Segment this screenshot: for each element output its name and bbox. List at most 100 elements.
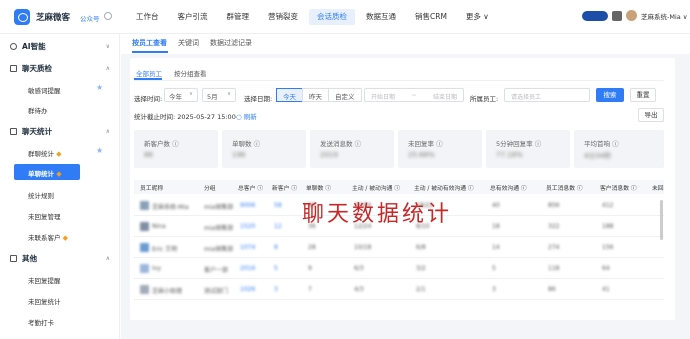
tab-keywords[interactable]: 关键词 [178, 38, 199, 48]
table-cell: 6/8 [416, 244, 426, 251]
employee-select[interactable]: 请选择员工 [504, 88, 590, 102]
official-account-link[interactable]: 公众号 [80, 13, 100, 23]
table-cell: 3/2 [416, 265, 426, 272]
chevron-down-icon: ∨ [188, 91, 193, 97]
col-private-chats[interactable]: 单聊数 ⓘ [306, 183, 331, 192]
sidebar-item-no-reply-reminder[interactable]: 未回复提醒 [28, 275, 61, 285]
sidebar-item-no-reply-stats[interactable]: 未回复统计 [28, 296, 61, 306]
search-button[interactable]: 搜索 [596, 88, 624, 102]
nav-session-qc[interactable]: 会话质检 [309, 9, 355, 25]
avatar [140, 243, 149, 252]
table-cell[interactable]: 8 [274, 244, 278, 251]
table-cell: 9 [308, 265, 312, 272]
table-cell[interactable]: 3 [274, 286, 278, 293]
table-cell: 41 [602, 286, 610, 293]
col-customer-messages[interactable]: 客户消息数 ⓘ [600, 183, 637, 192]
export-button[interactable]: 导出 [638, 108, 664, 122]
table-cell[interactable]: 58 [274, 202, 282, 209]
table-scrollbar[interactable] [660, 200, 663, 240]
metric-5min-reply-rate: 5分钟回复率 ⓘ 77.18% [486, 130, 570, 168]
brand-name: 芝麻微客 [36, 13, 71, 23]
metric-avg-first-response: 平均首响 ⓘ 4分34秒 [574, 130, 664, 168]
table-cell: 7 [308, 286, 312, 293]
table-cell: 芝麻小助理 [152, 288, 183, 295]
table-cell[interactable]: 5 [274, 265, 278, 272]
hot-badge-icon: ◆ [56, 150, 62, 158]
col-employee-messages[interactable]: 员工消息数 ⓘ [546, 183, 583, 192]
sidebar-item-label: 单聊统计 [28, 170, 54, 178]
chevron-up-icon: ∧ [105, 128, 110, 135]
sidebar-group-other[interactable]: 其他 ∧ [10, 253, 110, 264]
table-cell: 4/3 [354, 286, 364, 293]
table-cell: 5 [492, 265, 496, 272]
sidebar-item-stat-rules[interactable]: 统计规则 [28, 190, 54, 200]
table-cell: mia销售部 [204, 225, 234, 232]
tab-by-employee[interactable]: 按员工查看 [132, 38, 167, 48]
col-active-passive-effective[interactable]: 主动 / 被动有效沟通 ⓘ [414, 183, 474, 192]
yesterday-button[interactable]: 昨天 [302, 88, 329, 102]
sub-tabs [121, 34, 690, 54]
tab-by-group[interactable]: 按分组查看 [174, 68, 207, 78]
version-badge-icon [612, 10, 622, 21]
nav-sales-crm[interactable]: 销售CRM [407, 9, 455, 25]
table-cell[interactable]: 1074 [240, 244, 255, 251]
sidebar-item-no-reply-mgmt[interactable]: 未回复管理 [28, 211, 61, 221]
tab-all-employees[interactable]: 全部员工 [136, 68, 162, 78]
sidebar-item-attendance[interactable]: 考勤打卡 [28, 317, 54, 327]
employee-label: 所属员工: [470, 95, 499, 103]
user-name[interactable]: 芝麻系统-Mia ∨ [641, 11, 688, 21]
col-new-customers[interactable]: 新客户 ⓘ [272, 183, 297, 192]
app-logo-icon [14, 9, 30, 25]
table-cell: 18 [492, 223, 500, 230]
col-total-effective[interactable]: 总有效沟通 ⓘ [490, 183, 527, 192]
sidebar-item-group-todo[interactable]: 群待办 [28, 105, 48, 115]
switch-icon[interactable] [104, 12, 112, 20]
table-cell: mia销售部 [204, 204, 234, 211]
sidebar-group-chat-qc[interactable]: 聊天质检 ∧ [10, 63, 110, 74]
metric-messages-sent: 发送消息数 ⓘ 2019 [310, 130, 394, 168]
nav-more[interactable]: 更多 ∨ [458, 9, 497, 25]
month-select[interactable]: 5月 ∨ [202, 88, 236, 102]
reset-button[interactable]: 重置 [630, 88, 656, 102]
metric-new-customers: 新客户数 ⓘ 86 [134, 130, 218, 168]
table-cell[interactable]: 1520 [240, 223, 255, 230]
favorite-star-icon[interactable]: ★ [96, 146, 103, 155]
table-cell[interactable]: 2016 [240, 265, 255, 272]
date-range-picker[interactable]: 开始日期 ~ 结束日期 [364, 88, 464, 102]
sidebar-item-sensitive-words[interactable]: 敏感词提醒 [28, 85, 61, 95]
sidebar-item-group-chat-stats[interactable]: 群聊统计 ◆ [28, 148, 61, 158]
vip-badge-icon [582, 10, 608, 21]
nav-data-sync[interactable]: 数据互通 [358, 9, 404, 25]
col-total-customers[interactable]: 总客户 ⓘ [238, 183, 263, 192]
nav-workbench[interactable]: 工作台 [128, 9, 167, 25]
refresh-button[interactable]: ○ 刷新 [236, 111, 257, 121]
sidebar-group-chat-stats[interactable]: 聊天统计 ∧ [10, 126, 110, 137]
custom-date-button[interactable]: 自定义 [328, 88, 362, 102]
sidebar-group-ai[interactable]: AI智能 ∨ [10, 41, 110, 52]
table-cell: Ivy [152, 265, 161, 272]
table-cell: 322 [548, 223, 560, 230]
table-cell[interactable]: 9006 [240, 202, 255, 209]
table-cell: Nina [152, 223, 166, 230]
table-cell: 40 [492, 202, 500, 209]
nav-group-management[interactable]: 群管理 [219, 9, 258, 25]
table-cell: 6/3 [354, 265, 364, 272]
favorite-star-icon[interactable]: ★ [96, 83, 103, 92]
table-cell[interactable]: 1026 [240, 286, 255, 293]
table-cell[interactable]: 12 [274, 223, 282, 230]
tab-filter-records[interactable]: 数据过滤记录 [210, 38, 252, 48]
year-select[interactable]: 今年 ∨ [164, 88, 198, 102]
table-cell: 856 [548, 202, 560, 209]
avatar [140, 264, 149, 273]
table-cell: 芝麻系统-Mia [152, 204, 189, 211]
today-button[interactable]: 今天 [276, 88, 303, 102]
sidebar [0, 34, 120, 339]
col-no-reply[interactable]: 未回 [652, 183, 664, 192]
nav-customer-acquisition[interactable]: 客户引流 [170, 9, 216, 25]
user-area[interactable]: 芝麻系统-Mia ∨ [582, 10, 688, 21]
sidebar-item-uncontacted[interactable]: 未联系客户 ◆ [28, 232, 68, 242]
avatar [140, 201, 149, 210]
nav-marketing[interactable]: 营销裂变 [260, 9, 306, 25]
col-active-passive[interactable]: 主动 / 被动沟通 ⓘ [352, 183, 400, 192]
avatar[interactable] [626, 10, 637, 21]
